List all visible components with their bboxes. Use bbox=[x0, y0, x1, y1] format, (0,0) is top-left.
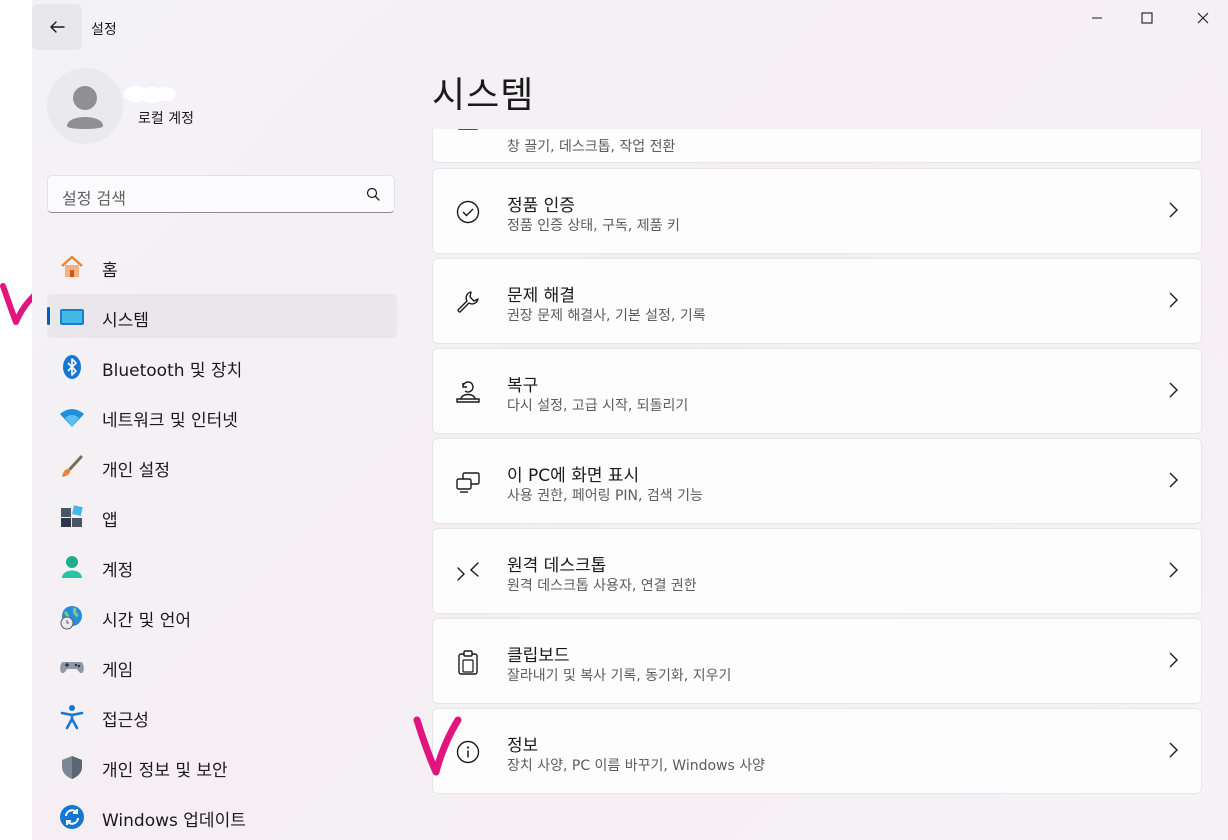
settings-window: 설정 로컬 계정 설정 검색 홈 시스템 Bluetooth 및 장치 네트워크… bbox=[32, 0, 1228, 840]
accessibility-icon bbox=[59, 704, 85, 730]
sidebar-item-label: 계정 bbox=[102, 561, 134, 581]
settings-card-clipboard[interactable]: 클립보드 잘라내기 및 복사 기록, 동기화, 지우기 bbox=[432, 618, 1202, 704]
card-title: 문제 해결 bbox=[507, 286, 575, 306]
card-title: 정보 bbox=[507, 736, 539, 756]
clipboard-icon bbox=[453, 647, 483, 677]
chevron-right-icon bbox=[1169, 742, 1178, 758]
sidebar-item-apps[interactable]: 앱 bbox=[47, 494, 397, 538]
sidebar-item-label: 시스템 bbox=[102, 311, 149, 331]
gamepad-icon bbox=[59, 654, 85, 680]
sidebar-item-accessibility[interactable]: 접근성 bbox=[47, 694, 397, 738]
card-title: 원격 데스크톱 bbox=[507, 556, 607, 576]
card-title: 이 PC에 화면 표시 bbox=[507, 466, 640, 486]
back-arrow-icon bbox=[50, 21, 65, 33]
sidebar-item-gaming[interactable]: 게임 bbox=[47, 644, 397, 688]
card-title: 복구 bbox=[507, 376, 539, 396]
chevron-right-icon bbox=[1169, 562, 1178, 578]
home-icon bbox=[59, 254, 85, 280]
minimize-icon bbox=[1092, 17, 1102, 19]
chevron-right-icon bbox=[1169, 292, 1178, 308]
settings-list: 창 끌기, 데스크톱, 작업 전환 정품 인증 정품 인증 상태, 구독, 제품… bbox=[432, 129, 1202, 840]
annotation-checkmark-right bbox=[413, 716, 462, 776]
apps-icon bbox=[59, 504, 85, 530]
recovery-icon bbox=[453, 377, 483, 407]
close-icon bbox=[1197, 12, 1209, 24]
minimize-button[interactable] bbox=[1072, 0, 1122, 36]
maximize-icon bbox=[1141, 12, 1153, 24]
sidebar-item-accounts[interactable]: 계정 bbox=[47, 544, 397, 588]
checkmark-circle-icon bbox=[453, 197, 483, 227]
search-icon[interactable] bbox=[366, 187, 380, 201]
chevron-right-icon bbox=[1169, 652, 1178, 668]
sidebar-nav: 홈 시스템 Bluetooth 및 장치 네트워크 및 인터넷 개인 설정 앱 … bbox=[47, 244, 397, 840]
app-title: 설정 bbox=[91, 22, 117, 38]
card-subtitle: 장치 사양, PC 이름 바꾸기, Windows 사양 bbox=[507, 758, 765, 774]
sidebar-item-personalization[interactable]: 개인 설정 bbox=[47, 444, 397, 488]
settings-card-remote-desktop[interactable]: 원격 데스크톱 원격 데스크톱 사용자, 연결 권한 bbox=[432, 528, 1202, 614]
sidebar-item-bluetooth[interactable]: Bluetooth 및 장치 bbox=[47, 344, 397, 388]
card-subtitle: 잘라내기 및 복사 기록, 동기화, 지우기 bbox=[507, 668, 732, 684]
sidebar-item-privacy-security[interactable]: 개인 정보 및 보안 bbox=[47, 744, 397, 788]
card-subtitle: 정품 인증 상태, 구독, 제품 키 bbox=[507, 218, 680, 234]
wrench-icon bbox=[453, 287, 483, 317]
page-title: 시스템 bbox=[432, 75, 535, 116]
settings-card-troubleshoot[interactable]: 문제 해결 권장 문제 해결사, 기본 설정, 기록 bbox=[432, 258, 1202, 344]
avatar[interactable] bbox=[47, 68, 123, 144]
shield-icon bbox=[59, 754, 85, 780]
update-icon bbox=[59, 804, 85, 830]
card-subtitle: 권장 문제 해결사, 기본 설정, 기록 bbox=[507, 308, 706, 324]
sidebar-item-label: 접근성 bbox=[102, 711, 149, 731]
sidebar-item-label: 홈 bbox=[102, 261, 118, 281]
chevron-right-icon bbox=[1169, 472, 1178, 488]
wifi-icon bbox=[59, 404, 85, 430]
account-type-label: 로컬 계정 bbox=[138, 111, 194, 127]
chevron-right-icon bbox=[1169, 382, 1178, 398]
maximize-button[interactable] bbox=[1122, 0, 1172, 36]
user-icon bbox=[67, 86, 103, 129]
sidebar-item-network[interactable]: 네트워크 및 인터넷 bbox=[47, 394, 397, 438]
username-redacted bbox=[124, 86, 176, 103]
card-subtitle: 창 끌기, 데스크톱, 작업 전환 bbox=[507, 139, 676, 155]
close-button[interactable] bbox=[1178, 0, 1228, 36]
settings-card-multitasking[interactable]: 창 끌기, 데스크톱, 작업 전환 bbox=[432, 129, 1202, 163]
globe-clock-icon bbox=[59, 604, 85, 630]
sidebar-item-label: 개인 설정 bbox=[102, 461, 170, 481]
sidebar-item-windows-update[interactable]: Windows 업데이트 bbox=[47, 794, 397, 838]
account-icon bbox=[59, 554, 85, 580]
card-subtitle: 다시 설정, 고급 시작, 되돌리기 bbox=[507, 398, 689, 414]
sidebar-item-home[interactable]: 홈 bbox=[47, 244, 397, 288]
bluetooth-icon bbox=[59, 354, 85, 380]
sidebar-item-label: Windows 업데이트 bbox=[102, 811, 246, 831]
card-title: 클립보드 bbox=[507, 646, 570, 666]
remote-desktop-icon bbox=[453, 557, 483, 587]
project-screen-icon bbox=[453, 467, 483, 497]
sidebar-item-label: 게임 bbox=[102, 661, 134, 681]
chevron-right-icon bbox=[1169, 202, 1178, 218]
sidebar-item-label: 앱 bbox=[102, 511, 118, 531]
card-subtitle: 사용 권한, 페어링 PIN, 검색 기능 bbox=[507, 488, 703, 504]
system-icon bbox=[59, 304, 85, 330]
multitasking-icon bbox=[453, 129, 483, 146]
sidebar-item-label: 개인 정보 및 보안 bbox=[102, 761, 228, 781]
selection-indicator bbox=[47, 307, 50, 325]
settings-card-recovery[interactable]: 복구 다시 설정, 고급 시작, 되돌리기 bbox=[432, 348, 1202, 434]
sidebar-item-label: Bluetooth 및 장치 bbox=[102, 361, 243, 381]
search-placeholder: 설정 검색 bbox=[62, 189, 126, 208]
card-subtitle: 원격 데스크톱 사용자, 연결 권한 bbox=[507, 578, 697, 594]
paintbrush-icon bbox=[59, 454, 85, 480]
sidebar-item-time-language[interactable]: 시간 및 언어 bbox=[47, 594, 397, 638]
sidebar-item-label: 시간 및 언어 bbox=[102, 611, 192, 631]
settings-card-about[interactable]: 정보 장치 사양, PC 이름 바꾸기, Windows 사양 bbox=[432, 708, 1202, 794]
settings-card-project-to-pc[interactable]: 이 PC에 화면 표시 사용 권한, 페어링 PIN, 검색 기능 bbox=[432, 438, 1202, 524]
sidebar-item-system[interactable]: 시스템 bbox=[47, 294, 397, 338]
settings-card-activation[interactable]: 정품 인증 정품 인증 상태, 구독, 제품 키 bbox=[432, 168, 1202, 254]
back-button[interactable] bbox=[32, 4, 82, 50]
search-input[interactable]: 설정 검색 bbox=[47, 175, 395, 213]
sidebar-item-label: 네트워크 및 인터넷 bbox=[102, 411, 238, 431]
card-title: 정품 인증 bbox=[507, 196, 575, 216]
